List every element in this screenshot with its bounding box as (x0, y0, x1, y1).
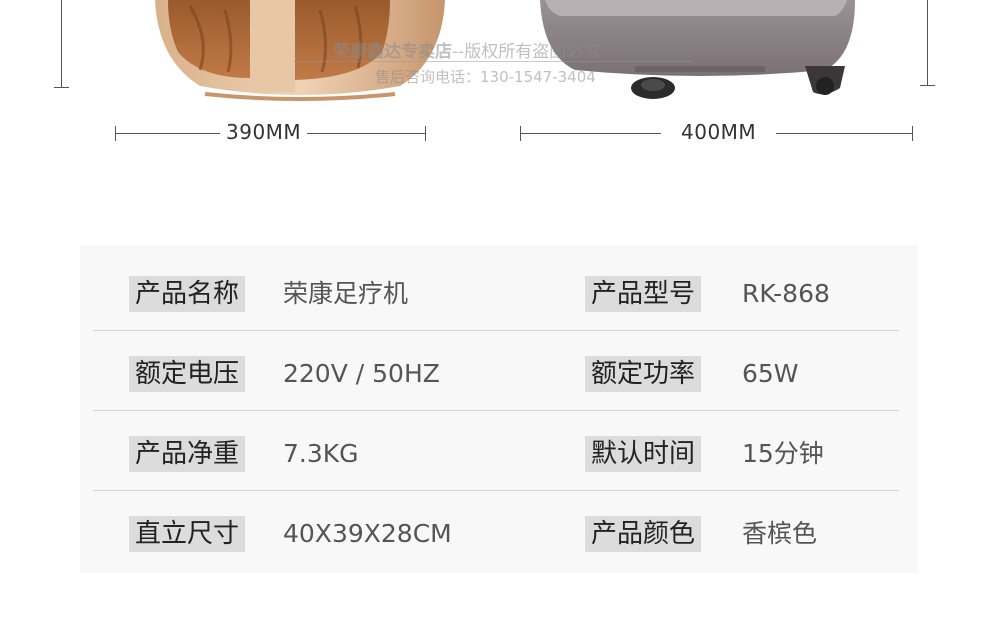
left-width-tick-end (425, 126, 426, 141)
right-width-tick-end (912, 126, 913, 141)
left-width-label: 390MM (220, 120, 308, 144)
left-width-tick-start (115, 126, 116, 141)
right-width-label: 400MM (661, 120, 777, 144)
spec-label-net-weight: 产品净重 (129, 436, 246, 472)
watermark-line-1: 荣康鑫达专卖店--版权所有盗图必究 (333, 37, 600, 62)
spec-value-upright-size: 40X39X28CM (283, 519, 452, 548)
spec-label-upright-size: 直立尺寸 (129, 516, 246, 552)
spec-value-product-color: 香槟色 (742, 519, 818, 548)
right-height-line (927, 0, 928, 86)
right-width-tick-start (520, 126, 521, 141)
spec-table: 产品名称 荣康足疗机 产品型号 RK-868 额定电压 220V / 50HZ … (80, 245, 918, 573)
spec-value-default-time: 15分钟 (742, 439, 824, 468)
spec-row: 产品净重 7.3KG 默认时间 15分钟 (93, 411, 899, 491)
left-height-line (61, 0, 62, 88)
spec-value-rated-power: 65W (742, 359, 799, 388)
spec-row: 直立尺寸 40X39X28CM 产品颜色 香槟色 (93, 491, 899, 571)
watermark-shop-name: 荣康鑫达专卖店 (333, 42, 452, 62)
spec-value-rated-voltage: 220V / 50HZ (283, 359, 440, 388)
watermark-line-2: 售后咨询电话：130-1547-3404 (375, 68, 596, 86)
left-height-tick (54, 87, 69, 88)
watermark-copyright: --版权所有盗图必究 (452, 42, 601, 62)
spec-row: 额定电压 220V / 50HZ 额定功率 65W (93, 331, 899, 411)
right-height-tick (920, 85, 935, 86)
spec-label-product-name: 产品名称 (129, 276, 246, 312)
spec-value-model: RK-868 (742, 279, 830, 308)
product-dimensions-section: 荣康鑫达专卖店--版权所有盗图必究 售后咨询电话：130-1547-3404 3… (0, 0, 990, 200)
spec-label-rated-voltage: 额定电压 (129, 356, 246, 392)
spec-row: 产品名称 荣康足疗机 产品型号 RK-868 (93, 251, 899, 331)
spec-label-model: 产品型号 (585, 276, 702, 312)
spec-value-product-name: 荣康足疗机 (283, 279, 409, 308)
watermark-underline (293, 61, 693, 62)
spec-value-net-weight: 7.3KG (283, 439, 359, 468)
spec-label-default-time: 默认时间 (585, 436, 702, 472)
spec-label-rated-power: 额定功率 (585, 356, 702, 392)
spec-label-product-color: 产品颜色 (585, 516, 702, 552)
